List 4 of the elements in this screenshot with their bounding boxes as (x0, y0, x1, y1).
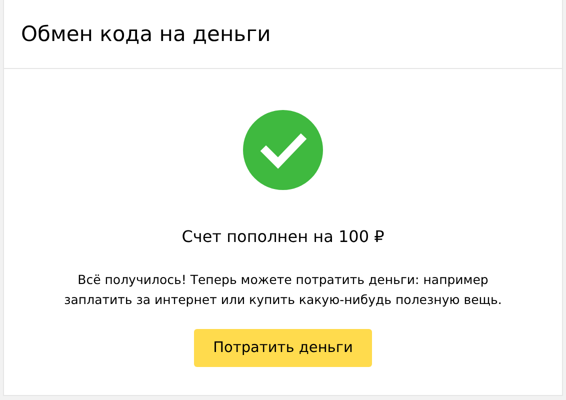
spend-money-button[interactable]: Потратить деньги (194, 329, 372, 367)
result-message: Всё получилось! Теперь можете потратить деньги: например заплатить за интернет или купить какую-нибудь полезную вещь. (63, 271, 503, 309)
page-title: Обмен кода на деньги (21, 22, 271, 46)
result-heading: Счет пополнен на 100 ₽ (182, 227, 384, 246)
